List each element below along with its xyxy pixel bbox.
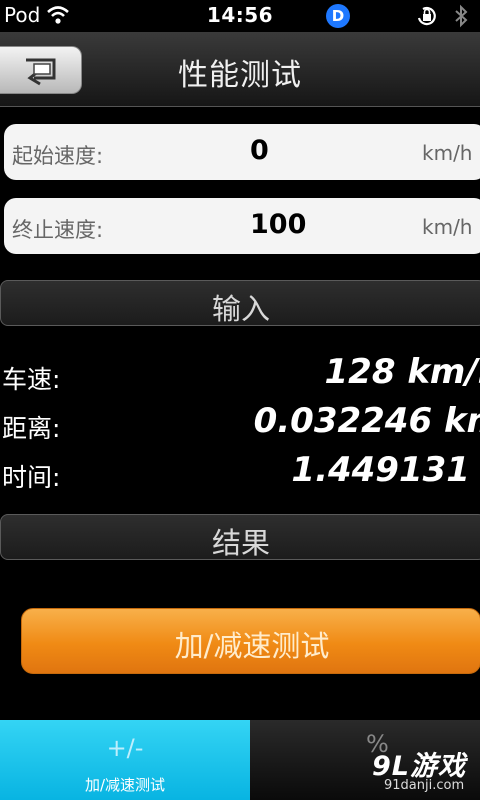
status-time: 14:56 <box>206 3 274 27</box>
accel-test-button[interactable]: 加/减速测试 <box>21 608 480 674</box>
speed-result-label: 车速: <box>2 365 61 394</box>
bluetooth-icon <box>455 4 468 28</box>
page-title: 性能测试 <box>178 58 302 93</box>
tab-accel-test[interactable]: +/- 加/减速测试 <box>0 720 250 800</box>
time-result-label: 时间: <box>2 463 61 492</box>
speed-result-value: 128 km/h <box>324 352 480 392</box>
end-speed-label: 终止速度: <box>12 218 104 242</box>
end-speed-unit: km/h <box>422 215 473 239</box>
time-result-value: 1.449131 s <box>291 450 480 490</box>
start-speed-unit: km/h <box>422 141 473 165</box>
result-section-bar: 结果 <box>0 514 480 560</box>
status-bar: Pod 14:56 D <box>0 0 480 32</box>
start-speed-label: 起始速度: <box>12 144 104 168</box>
end-speed-value[interactable]: 100 <box>250 209 306 240</box>
lock-rotation-icon <box>417 6 436 26</box>
start-speed-value[interactable]: 0 <box>250 135 269 166</box>
start-speed-field[interactable]: 起始速度: 0 km/h <box>4 124 480 180</box>
watermark-url: 91danji.com <box>384 778 465 793</box>
plus-minus-icon: +/- <box>106 734 144 762</box>
end-speed-field[interactable]: 终止速度: 100 km/h <box>4 198 480 254</box>
distance-result-value: 0.032246 km <box>253 401 480 441</box>
input-section-bar[interactable]: 输入 <box>0 280 480 326</box>
accel-test-button-label: 加/减速测试 <box>174 629 330 663</box>
status-badge: D <box>326 4 350 28</box>
input-section-label: 输入 <box>211 292 270 326</box>
result-section-label: 结果 <box>211 526 270 560</box>
distance-result-label: 距离: <box>2 414 61 443</box>
tab-accel-test-label: 加/减速测试 <box>84 776 166 794</box>
nav-bar: 性能测试 <box>0 32 480 107</box>
